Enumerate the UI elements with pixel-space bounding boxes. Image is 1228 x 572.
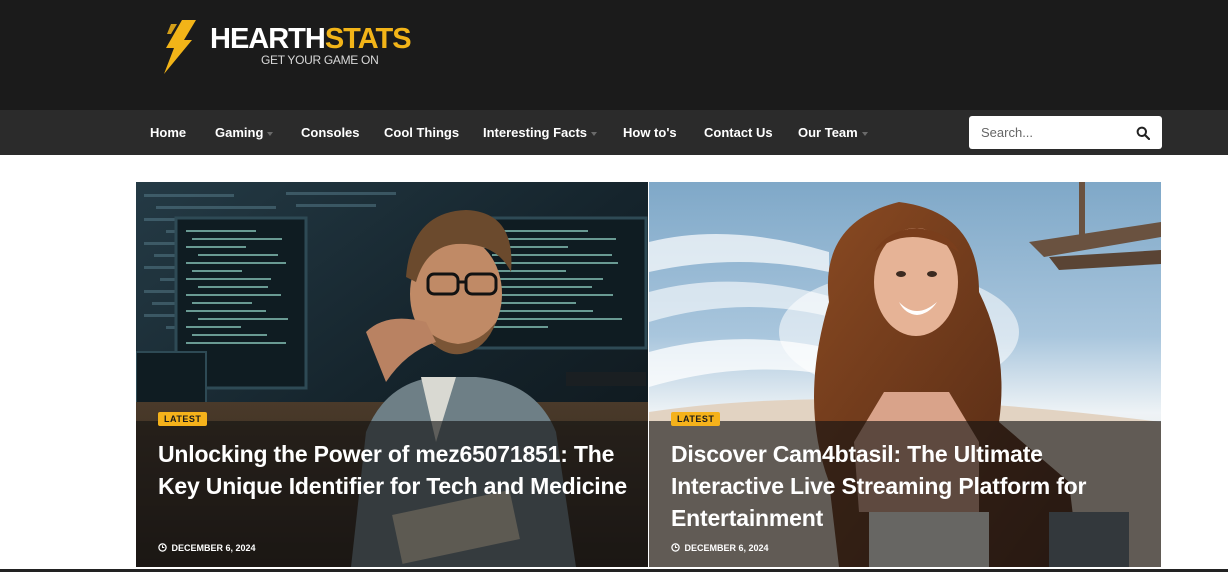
nav-item-how-tos[interactable]: How to's [623,110,677,155]
featured-post-1[interactable]: LATEST Unlocking the Power of mez6507185… [136,182,648,567]
chevron-down-icon [267,131,274,136]
category-badge[interactable]: LATEST [671,412,721,426]
post-date: DECEMBER 6, 2024 [158,542,256,554]
site-logo[interactable]: HEARTHSTATS GET YOUR GAME ON [158,18,448,80]
search-box [969,116,1162,149]
clock-icon [671,543,680,552]
nav-item-interesting-facts[interactable]: Interesting Facts [483,110,598,155]
post-title[interactable]: Unlocking the Power of mez65071851: The … [158,438,628,502]
nav-item-our-team[interactable]: Our Team [798,110,868,155]
featured-post-2[interactable]: LATEST Discover Cam4btasil: The Ultimate… [649,182,1161,567]
clock-icon [158,543,167,552]
nav-item-contact-us[interactable]: Contact Us [704,110,773,155]
search-input[interactable] [981,116,1131,149]
site-header: HEARTHSTATS GET YOUR GAME ON [0,0,1228,110]
chevron-down-icon [591,131,598,136]
logo-tagline: GET YOUR GAME ON [261,53,379,67]
lightning-bolt-icon [164,20,196,74]
nav-item-gaming[interactable]: Gaming [215,110,274,155]
logo-wordmark: HEARTHSTATS [210,23,412,55]
search-icon[interactable] [1136,126,1150,140]
post-date: DECEMBER 6, 2024 [671,542,769,554]
category-badge[interactable]: LATEST [158,412,208,426]
post-title[interactable]: Discover Cam4btasil: The Ultimate Intera… [671,438,1141,534]
nav-item-home[interactable]: Home [150,110,186,155]
chevron-down-icon [861,131,868,136]
main-navigation: Home Gaming Consoles Cool Things Interes… [0,110,1228,155]
nav-item-cool-things[interactable]: Cool Things [384,110,459,155]
nav-item-consoles[interactable]: Consoles [301,110,360,155]
